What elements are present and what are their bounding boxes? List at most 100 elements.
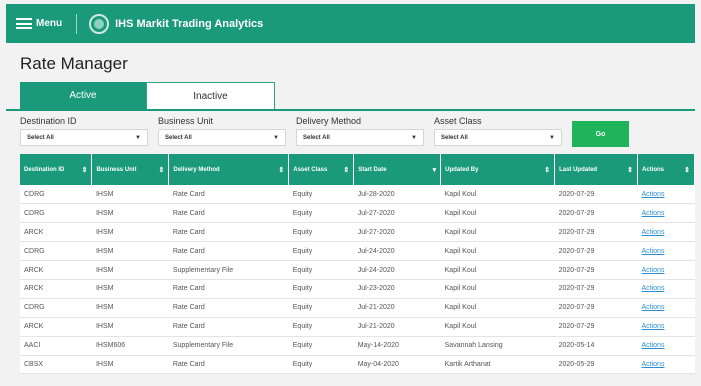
table-row: CBSX IHSM Rate Card Equity May-04-2020 Kartik… [20,355,695,375]
actions-link[interactable]: Actions [637,185,695,205]
cell-last-updated: 2020-07-29 [554,222,638,243]
tab-inactive[interactable]: Inactive [146,82,275,109]
cell-delivery-method: Rate Card [168,241,289,262]
sort-icon: ⇕ [158,166,165,174]
filter-delivery-method: Delivery Method Select All ▼ [296,116,424,146]
actions-link[interactable]: Actions [637,222,695,243]
cell-updated-by: Kapil Koul [440,222,555,243]
cell-business-unit: IHSM [91,185,169,205]
table-row: CDRG IHSM Rate Card Equity Jul-28-2020 Kapil … [20,185,695,205]
cell-business-unit: IHSM [91,317,169,337]
column-header-actions[interactable]: Actions ⇕ [637,154,696,185]
filter-label: Destination ID [20,116,77,126]
cell-last-updated: 2020-07-29 [554,185,638,205]
cell-last-updated: 2020-07-29 [554,203,638,224]
cell-last-updated: 2020-07-29 [554,241,638,262]
table-row: CDRG IHSM Rate Card Equity Jul-24-2020 Kapil … [20,241,695,262]
status-tabs: Active Inactive [20,82,275,109]
cell-updated-by: Kapil Koul [440,185,555,205]
sort-icon: ⇕ [81,166,88,174]
cell-updated-by: Kapil Koul [440,317,555,337]
table-row: ARCK IHSM Rate Card Equity Jul-27-2020 Kapil … [20,222,695,243]
cell-updated-by: Kapil Koul [440,203,555,224]
cell-start-date: Jul-21-2020 [353,298,441,318]
select-value: Select All [441,134,468,141]
table-row: AACI IHSM606 Supplementary File Equity May-1… [20,336,695,356]
cell-destination-id: ARCK [20,317,92,337]
caret-down-icon: ▼ [273,134,279,141]
column-header-start-date[interactable]: Start Date ▾ [353,154,442,185]
menu-button[interactable]: Menu [16,18,62,29]
rates-table: Destination ID ⇕ Business Unit ⇕ Delivery … [20,154,696,375]
cell-business-unit: IHSM [91,279,169,299]
app-title: IHS Markit Trading Analytics [115,17,264,30]
cell-start-date: Jul-27-2020 [353,222,441,243]
cell-destination-id: ARCK [20,279,92,299]
cell-destination-id: CBSX [20,355,92,375]
cell-updated-by: Kapil Koul [440,241,555,262]
actions-link[interactable]: Actions [637,298,695,318]
top-navigation-bar: Menu IHS Markit Trading Analytics [6,4,695,43]
cell-destination-id: CDRG [20,298,92,318]
filter-business-unit: Business Unit Select All ▼ [158,116,286,146]
column-header-delivery-method[interactable]: Delivery Method ⇕ [168,154,290,185]
go-button[interactable]: Go [572,121,629,147]
sort-icon: ⇕ [627,166,633,174]
menu-label: Menu [36,18,63,29]
cell-asset-class: Equity [288,203,354,224]
cell-delivery-method: Supplementary File [168,336,289,356]
column-header-business-unit[interactable]: Business Unit ⇕ [91,154,170,185]
column-header-asset-class[interactable]: Asset Class ⇕ [288,154,355,185]
cell-delivery-method: Rate Card [168,203,289,224]
cell-start-date: Jul-27-2020 [353,203,441,224]
cell-delivery-method: Rate Card [168,355,289,375]
page-title: Rate Manager [20,54,128,73]
table-row: ARCK IHSM Rate Card Equity Jul-23-2020 Kapil … [20,279,695,299]
cell-asset-class: Equity [288,279,354,299]
filter-label: Asset Class [434,116,482,126]
cell-last-updated: 2020-05-14 [554,336,638,356]
cell-delivery-method: Rate Card [168,317,289,337]
cell-asset-class: Equity [288,298,354,318]
actions-link[interactable]: Actions [637,260,695,280]
select-value: Select All [165,134,192,141]
column-header-destination-id[interactable]: Destination ID ⇕ [20,154,93,185]
delivery-method-select[interactable]: Select All ▼ [296,129,424,146]
cell-asset-class: Equity [288,260,354,280]
cell-last-updated: 2020-07-29 [554,317,638,337]
cell-asset-class: Equity [288,336,354,356]
column-header-updated-by[interactable]: Updated By ⇕ [440,154,556,185]
sort-icon: ⇕ [544,166,551,174]
actions-link[interactable]: Actions [637,279,695,299]
header-divider [76,13,78,34]
cell-destination-id: CDRG [20,241,92,262]
cell-business-unit: IHSM [91,260,169,280]
actions-link[interactable]: Actions [637,336,695,356]
cell-updated-by: Kapil Koul [440,298,555,318]
actions-link[interactable]: Actions [637,203,695,224]
cell-asset-class: Equity [288,355,354,375]
table-row: CDRG IHSM Rate Card Equity Jul-21-2020 Kapil … [20,298,695,318]
actions-link[interactable]: Actions [637,355,695,375]
filter-destination-id: Destination ID Select All ▼ [20,116,148,146]
select-value: Select All [27,134,54,141]
cell-last-updated: 2020-07-29 [554,279,638,299]
cell-delivery-method: Rate Card [168,279,289,299]
business-unit-select[interactable]: Select All ▼ [158,129,286,146]
column-header-last-updated[interactable]: Last Updated ⇕ [554,154,638,185]
filter-label: Business Unit [158,116,214,126]
tab-active[interactable]: Active [20,82,146,109]
cell-start-date: Jul-24-2020 [353,241,441,262]
cell-destination-id: AACI [20,336,92,356]
cell-business-unit: IHSM [91,298,169,318]
sort-icon: ⇕ [343,166,350,174]
asset-class-select[interactable]: Select All ▼ [434,129,562,146]
actions-link[interactable]: Actions [637,241,695,262]
cell-start-date: May-14-2020 [353,336,441,356]
caret-down-icon: ▼ [549,134,555,141]
select-value: Select All [303,134,330,141]
cell-start-date: Jul-23-2020 [353,279,441,299]
actions-link[interactable]: Actions [637,317,695,337]
cell-updated-by: Kartik Arthanat [440,355,555,375]
destination-id-select[interactable]: Select All ▼ [20,129,148,146]
